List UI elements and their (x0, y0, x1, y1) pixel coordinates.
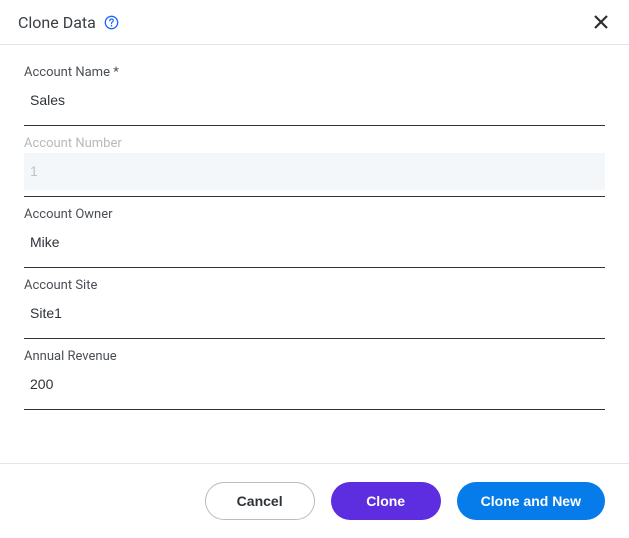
field-underline (24, 409, 605, 410)
annual-revenue-label: Annual Revenue (24, 349, 605, 364)
field-annual-revenue: Annual Revenue (24, 339, 605, 410)
account-name-input[interactable] (24, 82, 605, 119)
dialog-body: Account Name * Account Number Account Ow… (0, 45, 629, 463)
dialog-footer: Cancel Clone Clone and New (0, 463, 629, 538)
dialog-title-wrap: Clone Data (18, 13, 120, 32)
account-owner-input[interactable] (24, 224, 605, 261)
account-number-input (24, 153, 605, 190)
field-account-name: Account Name * (24, 55, 605, 126)
account-site-label: Account Site (24, 278, 605, 293)
field-account-owner: Account Owner (24, 197, 605, 268)
dialog-header: Clone Data (0, 0, 629, 45)
account-name-label: Account Name * (24, 65, 605, 80)
field-account-number: Account Number (24, 126, 605, 197)
cancel-button[interactable]: Cancel (205, 482, 315, 520)
annual-revenue-input[interactable] (24, 366, 605, 403)
help-icon[interactable] (104, 14, 120, 30)
account-owner-label: Account Owner (24, 207, 605, 222)
close-icon[interactable] (591, 12, 611, 32)
clone-button[interactable]: Clone (331, 482, 441, 520)
clone-and-new-button[interactable]: Clone and New (457, 482, 605, 520)
account-number-label: Account Number (24, 136, 605, 151)
field-account-site: Account Site (24, 268, 605, 339)
dialog-title: Clone Data (18, 13, 96, 32)
account-site-input[interactable] (24, 295, 605, 332)
